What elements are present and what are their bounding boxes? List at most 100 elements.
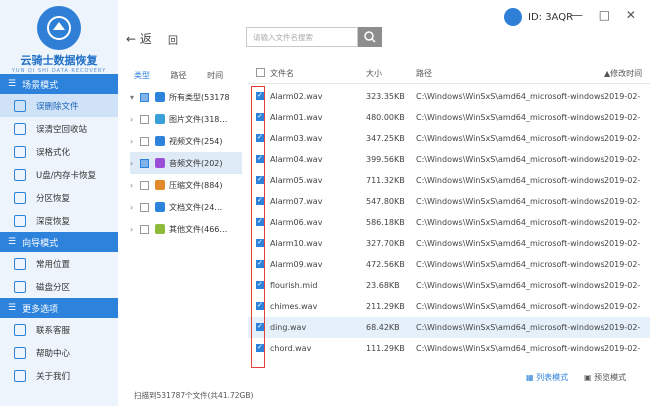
file-name: Alarm10.wav [270, 239, 323, 248]
sidebar-item[interactable]: U盘/内存卡恢复 [0, 163, 118, 186]
tree-item[interactable]: › 音频文件(202) [130, 152, 242, 174]
tab-path[interactable]: 路径 [171, 71, 187, 80]
file-name: Alarm05.wav [270, 176, 323, 185]
sidebar: 云骑士数据恢复 YUN QI SHI DATA RECOVERY ☰ 场景模式 误删… [0, 0, 118, 406]
logo-area: 云骑士数据恢复 YUN QI SHI DATA RECOVERY [0, 0, 118, 74]
sidebar-section-1[interactable]: ☰ 向导模式 [0, 232, 118, 252]
file-size: 347.25KB [366, 134, 405, 143]
sidebar-item[interactable]: 误清空回收站 [0, 117, 118, 140]
tree-item[interactable]: ▾ 所有类型(53178 [130, 86, 242, 108]
table-row[interactable]: Alarm04.wav 399.56KB C:\Windows\WinSxS\amd… [248, 149, 650, 170]
file-path: C:\Windows\WinSxS\amd64_microsoft-window… [416, 239, 604, 248]
expand-arrow-icon[interactable]: › [130, 159, 140, 168]
tree-checkbox[interactable] [140, 158, 149, 168]
header-name[interactable]: 文件名 [266, 68, 366, 79]
table-row[interactable]: Alarm07.wav 547.80KB C:\Windows\WinSxS\amd… [248, 191, 650, 212]
file-type-icon [155, 136, 165, 146]
tree-checkbox[interactable] [140, 136, 149, 146]
app-subtitle: YUN QI SHI DATA RECOVERY [11, 68, 107, 74]
sidebar-section-0[interactable]: ☰ 场景模式 [0, 74, 118, 94]
list-mode-button[interactable]: ▦ 列表模式 [526, 372, 568, 383]
tab-type[interactable]: 类型 [134, 71, 150, 80]
nav-icon [14, 191, 26, 204]
sidebar-item[interactable]: 关于我们 [0, 364, 118, 387]
file-path: C:\Windows\WinSxS\amd64_microsoft-window… [416, 176, 604, 185]
search-icon[interactable] [358, 27, 382, 47]
tree-checkbox[interactable] [140, 202, 149, 212]
file-type-tree: ▾ 所有类型(53178 › 图片文件(318… › 视频文件(254) › 音频文件(202… [130, 86, 242, 240]
tree-checkbox[interactable] [140, 92, 149, 102]
file-path: C:\Windows\WinSxS\amd64_microsoft-window… [416, 281, 604, 290]
file-name: chord.wav [270, 344, 312, 353]
table-row[interactable]: Alarm03.wav 347.25KB C:\Windows\WinSxS\amd… [248, 128, 650, 149]
tree-item[interactable]: › 其他文件(466… [130, 218, 242, 240]
expand-arrow-icon[interactable]: ▾ [130, 93, 140, 102]
section-icon: ☰ [8, 237, 17, 247]
table-row[interactable]: Alarm10.wav 327.70KB C:\Windows\WinSxS\amd… [248, 233, 650, 254]
table-row[interactable]: flourish.mid 23.68KB C:\Windows\WinSxS\amd… [248, 275, 650, 296]
file-path: C:\Windows\WinSxS\amd64_microsoft-window… [416, 155, 604, 164]
file-time: 2019-02- [604, 92, 641, 101]
expand-arrow-icon[interactable]: › [130, 115, 140, 124]
app-title: 云骑士数据恢复 [20, 54, 98, 67]
sidebar-item[interactable]: 常用位置 [0, 252, 118, 275]
table-row[interactable]: Alarm06.wav 586.18KB C:\Windows\WinSxS\amd… [248, 212, 650, 233]
file-name: chimes.wav [270, 302, 318, 311]
search-input[interactable]: 请输入文件名搜索 [246, 27, 358, 47]
file-name: Alarm06.wav [270, 218, 323, 227]
file-name: Alarm02.wav [270, 92, 323, 101]
file-path: C:\Windows\WinSxS\amd64_microsoft-window… [416, 260, 604, 269]
topbar: ← 返 回 请输入文件名搜索 ID: 3AQR — □ ✕ [118, 0, 650, 58]
user-id: ID: 3AQR [504, 8, 573, 26]
sidebar-item[interactable]: 分区恢复 [0, 186, 118, 209]
file-time: 2019-02- [604, 176, 641, 185]
sidebar-item[interactable]: 误格式化 [0, 140, 118, 163]
tree-item[interactable]: › 文档文件(24… [130, 196, 242, 218]
table-row[interactable]: Alarm05.wav 711.32KB C:\Windows\WinSxS\amd… [248, 170, 650, 191]
table-row[interactable]: Alarm09.wav 472.56KB C:\Windows\WinSxS\amd… [248, 254, 650, 275]
table-row[interactable]: ding.wav 68.42KB C:\Windows\WinSxS\amd64_m… [248, 317, 650, 338]
sidebar-item[interactable]: 联系客服 [0, 318, 118, 341]
section-icon: ☰ [8, 79, 17, 89]
header-path[interactable]: 路径 [416, 68, 604, 79]
tree-item[interactable]: › 视频文件(254) [130, 130, 242, 152]
header-time[interactable]: ▲修改时间 [604, 68, 650, 79]
tree-item[interactable]: › 压缩文件(884) [130, 174, 242, 196]
expand-arrow-icon[interactable]: › [130, 203, 140, 212]
file-path: C:\Windows\WinSxS\amd64_microsoft-window… [416, 323, 604, 332]
tree-checkbox[interactable] [140, 114, 149, 124]
back-button-label[interactable]: 回 [168, 32, 178, 47]
expand-arrow-icon[interactable]: › [130, 181, 140, 190]
file-name: Alarm01.wav [270, 113, 323, 122]
table-row[interactable]: chord.wav 111.29KB C:\Windows\WinSxS\amd64… [248, 338, 650, 359]
sidebar-item[interactable]: 深度恢复 [0, 209, 118, 232]
file-table: Alarm02.wav 323.35KB C:\Windows\WinSxS\amd… [248, 86, 650, 359]
expand-arrow-icon[interactable]: › [130, 225, 140, 234]
table-row[interactable]: chimes.wav 211.29KB C:\Windows\WinSxS\amd6… [248, 296, 650, 317]
nav-icon [14, 214, 26, 227]
window-controls[interactable]: — □ ✕ [571, 8, 642, 22]
select-all-checkbox[interactable] [256, 68, 265, 77]
table-header: 文件名 大小 路径 ▲修改时间 [248, 64, 650, 84]
table-row[interactable]: Alarm01.wav 480.00KB C:\Windows\WinSxS\amd… [248, 107, 650, 128]
file-path: C:\Windows\WinSxS\amd64_microsoft-window… [416, 344, 604, 353]
file-time: 2019-02- [604, 155, 641, 164]
table-row[interactable]: Alarm02.wav 323.35KB C:\Windows\WinSxS\amd… [248, 86, 650, 107]
file-path: C:\Windows\WinSxS\amd64_microsoft-window… [416, 113, 604, 122]
user-icon [504, 8, 522, 26]
sidebar-section-2[interactable]: ☰ 更多选项 [0, 298, 118, 318]
file-path: C:\Windows\WinSxS\amd64_microsoft-window… [416, 197, 604, 206]
nav-icon [14, 369, 26, 382]
tree-checkbox[interactable] [140, 180, 149, 190]
sidebar-item[interactable]: 误删除文件 [0, 94, 118, 117]
expand-arrow-icon[interactable]: › [130, 137, 140, 146]
tree-checkbox[interactable] [140, 224, 149, 234]
sidebar-item[interactable]: 帮助中心 [0, 341, 118, 364]
back-button[interactable]: ← 返 [126, 30, 152, 47]
sidebar-item[interactable]: 磁盘分区 [0, 275, 118, 298]
tree-item[interactable]: › 图片文件(318… [130, 108, 242, 130]
nav-icon [14, 280, 26, 293]
preview-mode-button[interactable]: ▣ 预览模式 [584, 372, 626, 383]
header-size[interactable]: 大小 [366, 68, 416, 79]
tab-time[interactable]: 时间 [207, 71, 223, 80]
